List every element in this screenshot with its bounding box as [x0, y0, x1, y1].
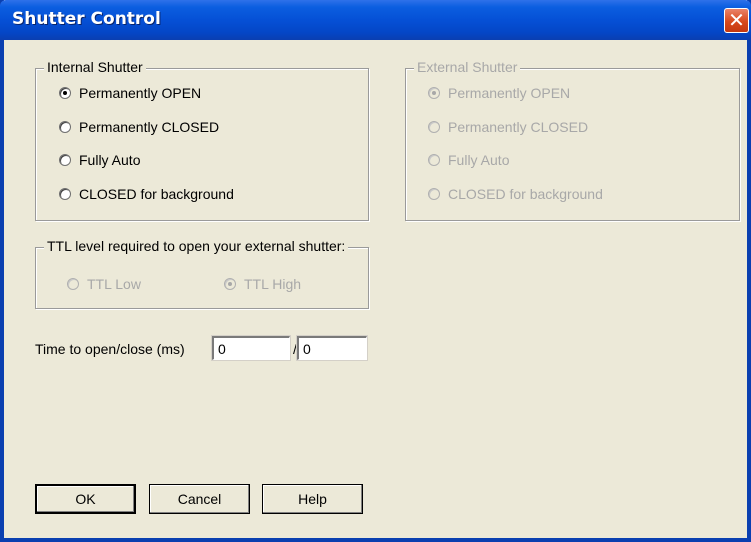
external-permanently-open-label: Permanently OPEN [448, 85, 571, 101]
title-bar[interactable]: Shutter Control ✕ [0, 0, 751, 40]
external-permanently-closed-option: Permanently CLOSED [428, 119, 588, 135]
ttl-low-option: TTL Low [67, 276, 141, 292]
external-permanently-open-option: Permanently OPEN [428, 85, 570, 101]
internal-closed-for-background-option[interactable]: CLOSED for background [59, 186, 234, 202]
radio-unchecked-icon [67, 278, 79, 290]
cancel-button[interactable]: Cancel [149, 484, 250, 514]
external-closed-for-background-option: CLOSED for background [428, 186, 603, 202]
internal-fully-auto-option[interactable]: Fully Auto [59, 152, 140, 168]
internal-permanently-closed-label: Permanently CLOSED [79, 119, 220, 135]
internal-permanently-open-label: Permanently OPEN [79, 85, 202, 101]
internal-fully-auto-label: Fully Auto [79, 152, 141, 168]
close-button[interactable]: ✕ [724, 8, 749, 33]
internal-closed-for-background-label: CLOSED for background [79, 186, 234, 202]
help-button[interactable]: Help [262, 484, 363, 514]
internal-permanently-open-option[interactable]: Permanently OPEN [59, 85, 201, 101]
ttl-high-label: TTL High [244, 276, 302, 292]
radio-unchecked-icon [428, 121, 440, 133]
ttl-level-group: TTL level required to open your external… [35, 238, 369, 309]
radio-unchecked-icon[interactable] [59, 121, 71, 133]
ttl-high-option: TTL High [224, 276, 301, 292]
radio-checked-icon[interactable] [59, 87, 71, 99]
window-title: Shutter Control [12, 9, 161, 29]
external-fully-auto-option: Fully Auto [428, 152, 509, 168]
external-shutter-legend: External Shutter [414, 59, 521, 75]
ttl-low-label: TTL Low [87, 276, 141, 292]
close-time-input[interactable] [297, 336, 367, 360]
external-shutter-group: External Shutter Permanently OPEN Perman… [405, 59, 740, 221]
ok-button[interactable]: OK [35, 484, 136, 514]
external-permanently-closed-label: Permanently CLOSED [448, 119, 589, 135]
close-icon: ✕ [728, 8, 745, 32]
radio-unchecked-icon[interactable] [59, 188, 71, 200]
shutter-control-dialog: Shutter Control ✕ Internal Shutter Perma… [0, 0, 751, 542]
time-to-open-close-label: Time to open/close (ms) [35, 341, 185, 357]
radio-checked-icon [224, 278, 236, 290]
external-fully-auto-label: Fully Auto [448, 152, 510, 168]
radio-unchecked-icon [428, 188, 440, 200]
open-time-input[interactable] [212, 336, 290, 360]
internal-shutter-legend: Internal Shutter [44, 59, 146, 75]
radio-checked-icon [428, 87, 440, 99]
internal-shutter-group: Internal Shutter Permanently OPEN Perman… [35, 59, 369, 221]
radio-unchecked-icon[interactable] [59, 154, 71, 166]
internal-permanently-closed-option[interactable]: Permanently CLOSED [59, 119, 219, 135]
radio-unchecked-icon [428, 154, 440, 166]
ttl-level-legend: TTL level required to open your external… [44, 238, 349, 254]
external-closed-for-background-label: CLOSED for background [448, 186, 603, 202]
